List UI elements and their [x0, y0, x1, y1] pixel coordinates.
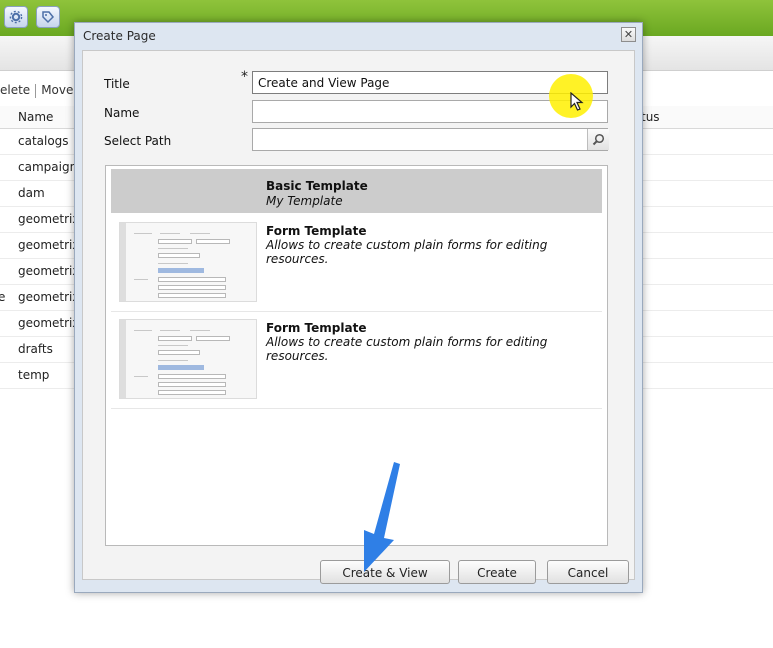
toolbar-divider: [35, 83, 37, 98]
row-name: catalogs: [18, 134, 69, 148]
delete-button[interactable]: elete: [0, 83, 30, 97]
row-name: drafts: [18, 342, 53, 356]
annotation-arrow-icon: [364, 462, 400, 572]
settings-icon[interactable]: [4, 6, 28, 28]
required-marker: *: [241, 69, 248, 85]
template-item-basic[interactable]: Basic Template My Template: [111, 169, 602, 213]
row-name: temp: [18, 368, 50, 382]
row-name: dam: [18, 186, 45, 200]
cancel-button[interactable]: Cancel: [547, 560, 629, 584]
dialog-title: Create Page: [83, 29, 156, 43]
select-path-label: Select Path: [104, 134, 172, 148]
search-icon[interactable]: [587, 129, 609, 150]
select-path-input[interactable]: [252, 128, 608, 151]
close-icon[interactable]: ✕: [621, 27, 636, 42]
name-label: Name: [104, 106, 140, 120]
template-title: Form Template: [266, 321, 367, 335]
template-description: My Template: [266, 194, 343, 208]
template-title: Basic Template: [266, 179, 368, 193]
create-button[interactable]: Create: [458, 560, 536, 584]
move-button[interactable]: Move.: [41, 83, 77, 97]
template-title: Form Template: [266, 224, 367, 238]
template-thumbnail: [119, 319, 257, 399]
mouse-pointer-icon: [570, 92, 584, 111]
column-status[interactable]: tus: [641, 110, 660, 124]
tag-icon[interactable]: [36, 6, 60, 28]
template-thumbnail: [119, 222, 257, 302]
column-name[interactable]: Name: [18, 110, 53, 124]
template-description: Allows to create custom plain forms for …: [266, 335, 548, 363]
template-description: Allows to create custom plain forms for …: [266, 238, 548, 266]
title-label: Title: [104, 77, 130, 91]
list-toolbar: elete Move.: [0, 79, 80, 101]
row-lead: e: [0, 290, 6, 304]
template-item-form[interactable]: Form Template Allows to create custom pl…: [111, 214, 602, 312]
template-item-form[interactable]: Form Template Allows to create custom pl…: [111, 311, 602, 409]
